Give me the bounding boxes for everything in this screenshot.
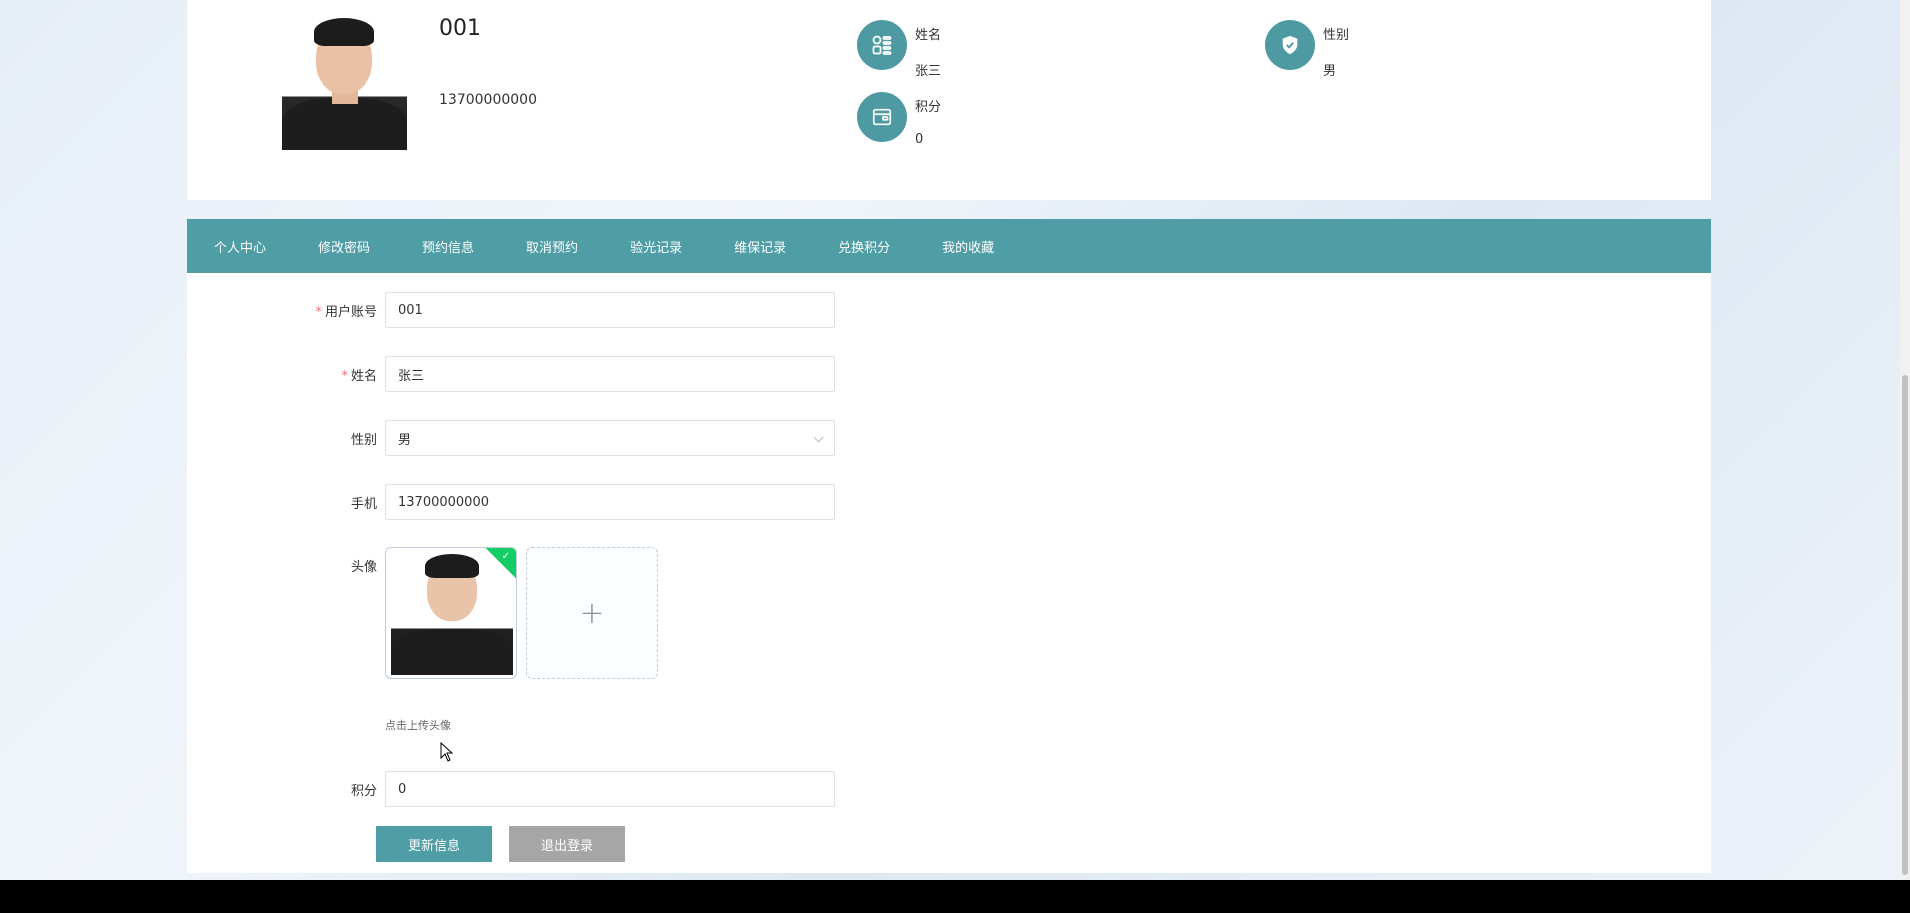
nav-item-redeem-points[interactable]: 兑换积分 bbox=[838, 237, 890, 256]
page-scrollbar[interactable] bbox=[1900, 0, 1910, 880]
chevron-down-icon bbox=[813, 432, 824, 443]
profile-points-label: 积分 bbox=[915, 100, 942, 115]
profile-account: 001 bbox=[439, 16, 481, 41]
upload-avatar-button[interactable]: + bbox=[526, 547, 658, 679]
required-mark: * bbox=[315, 305, 322, 320]
form-row-avatar: 头像 bbox=[187, 547, 377, 583]
nav-item-maintenance-records[interactable]: 维保记录 bbox=[734, 237, 786, 256]
avatar-photo bbox=[391, 553, 513, 675]
upload-tip: 点击上传头像 bbox=[385, 719, 451, 732]
avatar-label: 头像 bbox=[350, 560, 377, 575]
profile-gender-value: 男 bbox=[1323, 64, 1337, 79]
profile-card: 001 13700000000 姓名 张三 性别 男 积分 0 bbox=[187, 0, 1711, 200]
name-input[interactable] bbox=[385, 356, 835, 392]
profile-phone: 13700000000 bbox=[439, 92, 537, 108]
profile-gender-label: 性别 bbox=[1323, 28, 1350, 43]
account-input[interactable] bbox=[385, 292, 835, 328]
form-row-phone: 手机 bbox=[187, 484, 377, 520]
user-grid-icon bbox=[857, 20, 907, 70]
phone-input[interactable] bbox=[385, 484, 835, 520]
nav-item-change-password[interactable]: 修改密码 bbox=[318, 237, 370, 256]
gender-label: 性别 bbox=[350, 433, 377, 448]
gender-select[interactable]: 男 bbox=[385, 420, 835, 456]
profile-points-value: 0 bbox=[915, 132, 924, 147]
form-row-name: * 姓名 bbox=[187, 356, 377, 392]
points-input[interactable] bbox=[385, 771, 835, 807]
profile-name-value: 张三 bbox=[915, 64, 942, 79]
uploaded-avatar-thumbnail[interactable]: ✓ bbox=[385, 547, 517, 679]
nav-item-cancel-appointment[interactable]: 取消预约 bbox=[526, 237, 578, 256]
nav-item-personal-center[interactable]: 个人中心 bbox=[214, 237, 266, 256]
wallet-icon bbox=[857, 92, 907, 142]
scrollbar-thumb[interactable] bbox=[1902, 375, 1908, 875]
required-mark: * bbox=[341, 369, 348, 384]
shield-check-icon bbox=[1265, 20, 1315, 70]
update-info-button[interactable]: 更新信息 bbox=[376, 826, 492, 862]
user-center-nav: 个人中心 修改密码 预约信息 取消预约 验光记录 维保记录 兑换积分 我的收藏 bbox=[187, 219, 1711, 273]
nav-item-favorites[interactable]: 我的收藏 bbox=[942, 237, 994, 256]
bottom-bar bbox=[0, 880, 1910, 913]
gender-selected-value: 男 bbox=[398, 432, 412, 448]
form-row-gender: 性别 bbox=[187, 420, 377, 456]
account-label: * 用户账号 bbox=[315, 305, 377, 320]
nav-item-optometry-records[interactable]: 验光记录 bbox=[630, 237, 682, 256]
phone-label: 手机 bbox=[350, 497, 377, 512]
logout-button[interactable]: 退出登录 bbox=[509, 826, 625, 862]
form-row-points: 积分 bbox=[187, 771, 377, 807]
form-row-account: * 用户账号 bbox=[187, 292, 377, 328]
profile-avatar bbox=[282, 16, 407, 150]
points-label: 积分 bbox=[350, 784, 377, 799]
check-icon: ✓ bbox=[501, 551, 510, 562]
profile-form: *用户账号 *姓名 性别 男 手机 头像 ✓ + 点击上传头像 积分 bbox=[187, 273, 1711, 873]
profile-name-label: 姓名 bbox=[915, 28, 942, 43]
nav-item-appointments[interactable]: 预约信息 bbox=[422, 237, 474, 256]
name-label: * 姓名 bbox=[341, 369, 377, 384]
